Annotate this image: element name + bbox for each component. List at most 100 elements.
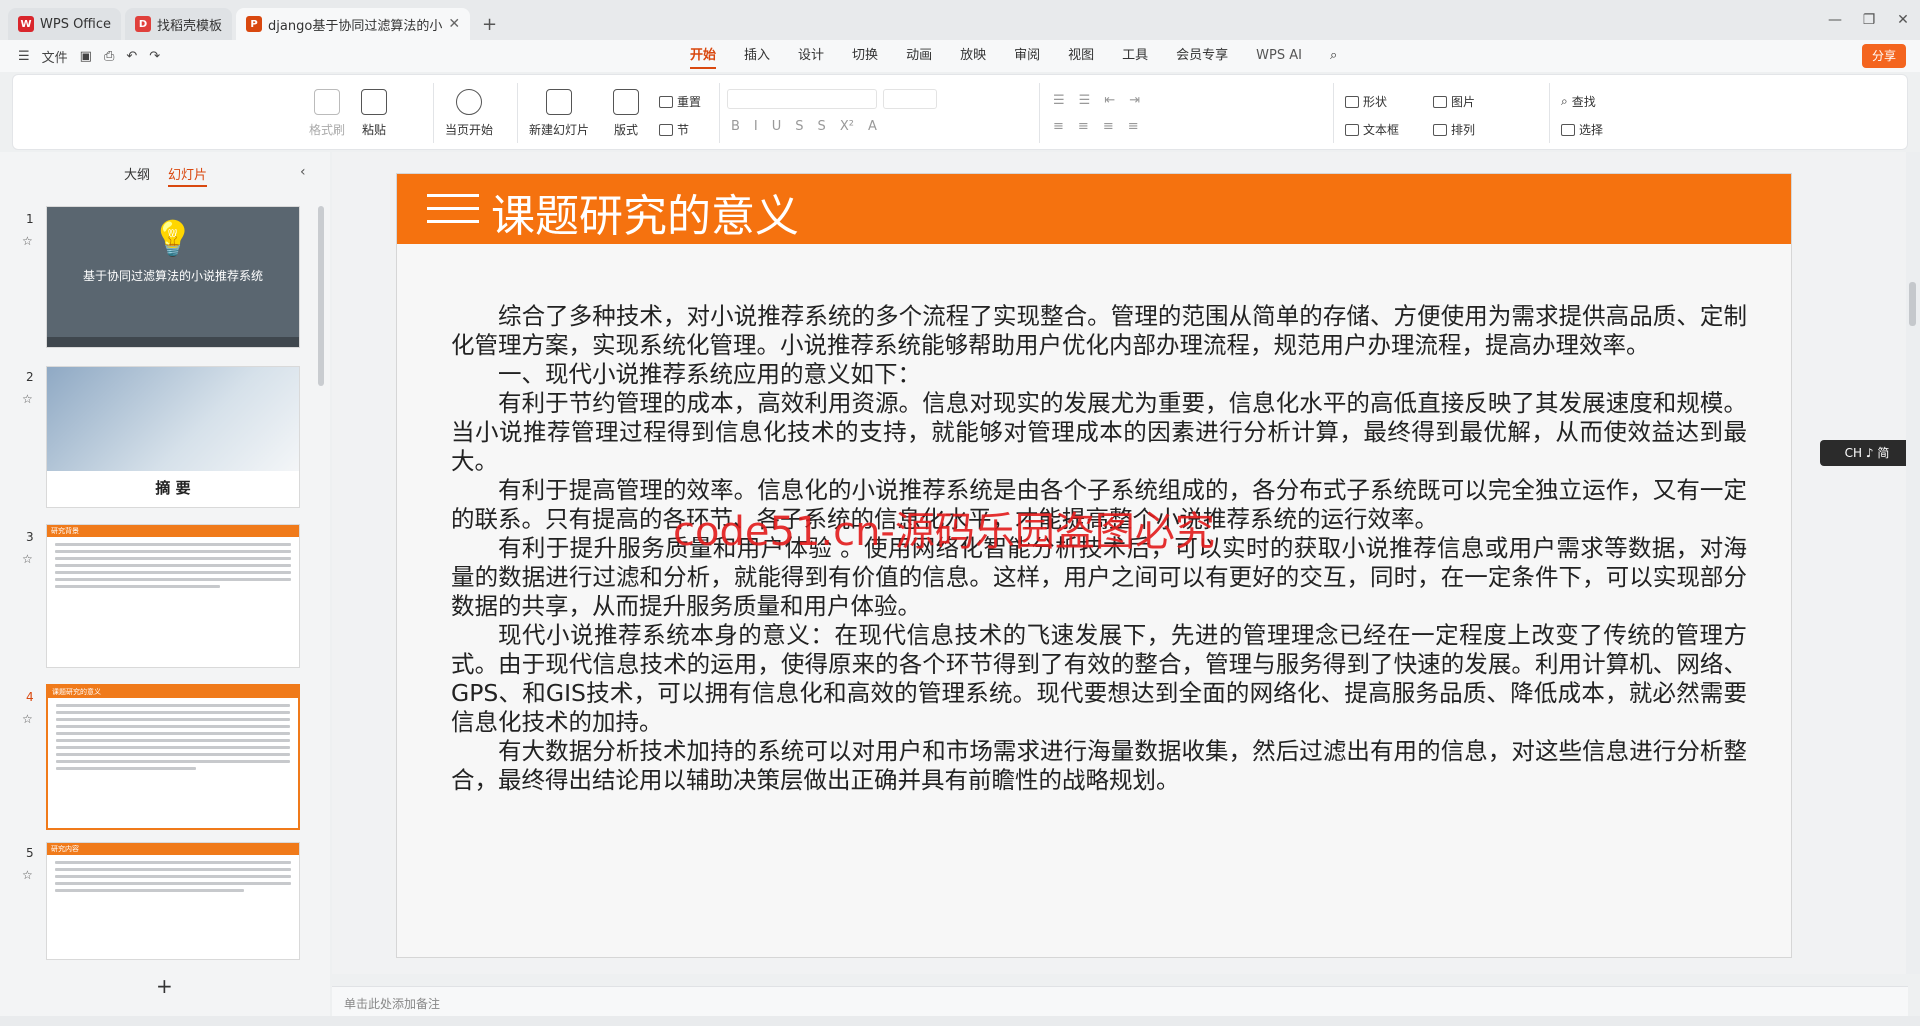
justify-icon[interactable]: ≡	[1128, 119, 1139, 134]
save-icon[interactable]: ▣	[80, 49, 92, 64]
tab-label: WPS Office	[40, 16, 112, 32]
paragraph: 有利于节约管理的成本，高效利用资源。信息对现实的发展尤为重要，信息化水平的高低直…	[451, 389, 1747, 475]
thumb-text-lines	[48, 698, 298, 780]
tab-home[interactable]: 开始	[676, 40, 730, 72]
slide-thumbnail-5[interactable]: 研究内容	[46, 842, 300, 960]
shadow-icon[interactable]: S	[818, 119, 826, 134]
text-format-group: B I U S S X² A	[731, 119, 877, 134]
wps-ai-button[interactable]: WPS AI	[1242, 40, 1316, 72]
brush-icon	[314, 89, 340, 115]
current-slide[interactable]: 课题研究的意义 综合了多种技术，对小说推荐系统的多个流程了实现整合。管理的范围从…	[396, 173, 1792, 958]
bold-icon[interactable]: B	[731, 119, 740, 134]
star-icon[interactable]: ☆	[22, 234, 33, 248]
italic-icon[interactable]: I	[754, 119, 758, 134]
slide-number: 3	[26, 530, 34, 544]
textbox-button[interactable]: 文本框	[1345, 121, 1399, 138]
indent-icon[interactable]: ⇤	[1104, 93, 1115, 108]
slide-thumbnail-3[interactable]: 研究背景	[46, 524, 300, 668]
tab-docer[interactable]: D 找稻壳模板	[125, 8, 233, 40]
separator	[433, 83, 434, 143]
add-slide-button[interactable]: +	[156, 974, 173, 998]
section-label: 节	[677, 123, 690, 137]
align-right-icon[interactable]: ≡	[1103, 119, 1114, 134]
tab-slideshow[interactable]: 放映	[946, 40, 1000, 72]
find-button[interactable]: ⌕ 查找	[1561, 93, 1596, 110]
restore-icon[interactable]: ❐	[1852, 12, 1886, 28]
share-button[interactable]: 分享	[1861, 44, 1906, 68]
clipboard-icon	[361, 89, 387, 115]
strike-icon[interactable]: S	[795, 119, 803, 134]
scroll-thumb[interactable]	[1909, 282, 1916, 326]
tab-member[interactable]: 会员专享	[1162, 40, 1242, 72]
tab-wps-office[interactable]: W WPS Office	[8, 8, 122, 40]
align-center-icon[interactable]: ≡	[1078, 119, 1089, 134]
separator	[517, 83, 518, 143]
thumb-text-lines	[47, 855, 299, 902]
play-current-button[interactable]: 当页开始	[445, 89, 493, 138]
picture-button[interactable]: 图片	[1433, 93, 1475, 110]
outdent-icon[interactable]: ⇥	[1129, 93, 1140, 108]
close-icon[interactable]: ✕	[448, 16, 460, 32]
notes-pane[interactable]: 单击此处添加备注	[332, 986, 1908, 1016]
slide-thumbnail-2[interactable]: 摘 要	[46, 366, 300, 508]
new-slide-button[interactable]: 新建幻灯片	[529, 89, 589, 138]
ime-indicator[interactable]: CH ♪ 简	[1820, 440, 1914, 466]
arrange-button[interactable]: 排列	[1433, 121, 1475, 138]
paste-button[interactable]: 粘贴	[361, 89, 387, 138]
star-icon[interactable]: ☆	[22, 868, 33, 882]
new-tab-button[interactable]: +	[474, 8, 505, 40]
format-painter-button[interactable]: 格式刷	[309, 89, 345, 138]
panel-scrollbar[interactable]	[318, 206, 324, 386]
tab-animation[interactable]: 动画	[892, 40, 946, 72]
reset-button[interactable]: 重置	[659, 93, 701, 110]
canvas-scrollbar[interactable]	[1906, 152, 1920, 974]
play-icon	[456, 89, 482, 115]
tab-design[interactable]: 设计	[784, 40, 838, 72]
textbox-label: 文本框	[1363, 123, 1400, 137]
numbering-icon[interactable]: ☰	[1079, 93, 1091, 108]
select-button[interactable]: 选择	[1561, 121, 1603, 138]
tab-presentation[interactable]: P django基于协同过滤算法的小 ✕	[236, 8, 471, 40]
file-menu[interactable]: 文件	[42, 47, 68, 66]
align-group: ≡ ≡ ≡ ≡	[1053, 119, 1139, 134]
tab-view[interactable]: 视图	[1054, 40, 1108, 72]
reset-icon	[659, 95, 673, 108]
redo-icon[interactable]: ↷	[149, 49, 160, 64]
tab-review[interactable]: 审阅	[1000, 40, 1054, 72]
font-color-icon[interactable]: A	[868, 119, 877, 134]
star-icon[interactable]: ☆	[22, 392, 33, 406]
minimize-icon[interactable]: —	[1818, 12, 1852, 28]
picture-label: 图片	[1451, 95, 1476, 109]
section-button[interactable]: 节	[659, 121, 689, 138]
star-icon[interactable]: ☆	[22, 552, 33, 566]
thumb-text-lines	[47, 537, 299, 598]
slide-thumbnail-4[interactable]: 课题研究的意义	[46, 684, 300, 830]
tab-insert[interactable]: 插入	[730, 40, 784, 72]
section-icon	[659, 123, 673, 136]
search-icon[interactable]: ⌕	[1316, 40, 1351, 72]
tab-transition[interactable]: 切换	[838, 40, 892, 72]
slide-thumbnail-1[interactable]: 💡 基于协同过滤算法的小说推荐系统	[46, 206, 300, 348]
status-bar	[0, 1016, 1920, 1026]
align-left-icon[interactable]: ≡	[1053, 119, 1064, 134]
font-size-select[interactable]	[883, 89, 937, 109]
tab-slides[interactable]: 幻灯片	[168, 164, 208, 187]
collapse-panel-icon[interactable]: ‹	[300, 164, 306, 180]
bullets-icon[interactable]: ☰	[1053, 93, 1065, 108]
slide-title[interactable]: 课题研究的意义	[491, 180, 799, 244]
paragraph: 有大数据分析技术加持的系统可以对用户和市场需求进行海量数据收集，然后过滤出有用的…	[451, 737, 1747, 794]
print-icon[interactable]: ⎙	[104, 49, 114, 64]
shape-button[interactable]: 形状	[1345, 93, 1387, 110]
underline-icon[interactable]: U	[772, 119, 782, 134]
font-family-select[interactable]	[727, 89, 877, 109]
tab-outline[interactable]: 大纲	[124, 164, 150, 187]
close-window-icon[interactable]: ✕	[1886, 12, 1920, 28]
undo-icon[interactable]: ↶	[126, 49, 137, 64]
thumb-footer	[47, 337, 299, 347]
tab-tools[interactable]: 工具	[1108, 40, 1162, 72]
superscript-icon[interactable]: X²	[840, 119, 854, 134]
star-icon[interactable]: ☆	[22, 712, 33, 726]
menu-icon[interactable]: ☰	[18, 49, 30, 64]
menu-lines-icon	[427, 194, 479, 226]
layout-button[interactable]: 版式	[613, 89, 639, 138]
